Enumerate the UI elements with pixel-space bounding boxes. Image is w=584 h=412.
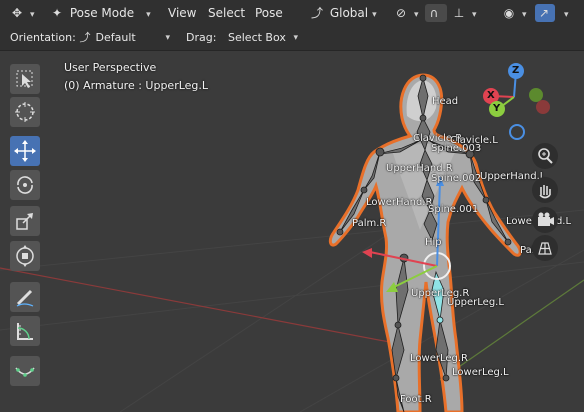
snap-element-icon: ⊥ <box>453 6 465 20</box>
bone-label-lowerleg-l: LowerLeg.L <box>452 367 509 378</box>
rotate-tool[interactable] <box>10 170 40 200</box>
move-tool[interactable] <box>10 136 40 166</box>
drag-value: Select Box <box>228 31 286 44</box>
hand-icon <box>539 185 551 199</box>
view-name: User Perspective <box>64 61 157 74</box>
pivot-icon: ⊘ <box>395 6 407 20</box>
relax-icon <box>15 367 35 377</box>
pose-mode-icon: ✦ <box>51 6 63 20</box>
mode-label: Pose Mode <box>69 6 135 20</box>
gizmo-z-label: Z <box>512 65 520 76</box>
transform-tool[interactable] <box>10 241 40 271</box>
gizmo-x-label: X <box>487 90 495 101</box>
3d-viewport[interactable]: User Perspective (0) Armature : UpperLeg… <box>0 51 584 412</box>
editor-type-button[interactable]: ✥ ▾ <box>8 4 35 22</box>
visibility-dropdown[interactable]: ◉ ▾ <box>500 4 527 22</box>
bone-label-spine-001: Spine.001 <box>428 204 479 215</box>
ruler-icon <box>17 323 33 340</box>
perspective-toggle-button[interactable] <box>532 235 558 261</box>
bone-label-lowerleg-r: LowerLeg.R <box>410 353 468 364</box>
tool-settings-header: Orientation: ⤴ Default ▾ Drag: Select Bo… <box>0 26 584 51</box>
gizmo-icon: ↗ <box>538 6 550 20</box>
orientation-icon: ⤴ <box>310 6 323 20</box>
cursor-tool[interactable] <box>10 97 40 127</box>
bone-label-head: Head <box>432 96 459 107</box>
pencil-icon <box>16 289 34 307</box>
menu-view[interactable]: View <box>164 4 200 22</box>
select-box-icon <box>16 70 33 88</box>
move-icon <box>14 140 36 162</box>
relax-tool[interactable] <box>10 356 40 386</box>
bone-label-upperleg-l: UpperLeg.L <box>447 297 504 308</box>
bone-label-lowerhand-r: LowerHand.R <box>366 197 433 208</box>
x-axis-line <box>0 267 401 345</box>
transform-icon <box>16 245 34 267</box>
bone-label-spine-003: Spine.003 <box>431 143 482 154</box>
bone-label-palm-r: Palm.R <box>352 218 387 229</box>
camera-icon <box>538 212 554 226</box>
pivot-point-dropdown[interactable]: ⊘ ▾ <box>392 4 419 22</box>
grid-icon <box>538 242 552 255</box>
gizmo-toggle[interactable]: ↗ <box>535 4 555 22</box>
select-box-tool[interactable] <box>10 64 40 94</box>
bone-label-spine-002: Spine.002 <box>431 173 482 184</box>
magnet-icon: ∩ <box>429 6 439 20</box>
rotate-icon <box>17 176 33 194</box>
camera-view-button[interactable] <box>532 207 558 233</box>
drag-label: Drag: <box>186 31 217 44</box>
mode-dropdown[interactable]: ✦ Pose Mode ▾ <box>48 4 151 22</box>
snap-element-dropdown[interactable]: ⊥ ▾ <box>450 4 477 22</box>
gizmo-dropdown[interactable]: ▾ <box>560 4 569 22</box>
editor-type-icon: ✥ <box>11 6 23 20</box>
scale-tool[interactable] <box>10 206 40 236</box>
orientation-icon: ⤴ <box>79 31 91 44</box>
zoom-icon <box>538 148 553 164</box>
snap-toggle[interactable]: ∩ <box>425 4 447 22</box>
zoom-button[interactable] <box>532 143 558 169</box>
cursor-icon <box>15 102 35 122</box>
orientation-dropdown[interactable]: ⤴ Default ▾ <box>78 29 172 47</box>
viewport-header: ✥ ▾ ✦ Pose Mode ▾ View Select Pose ⤴ Globa… <box>0 0 584 26</box>
orientation-label: Orientation: <box>10 31 76 44</box>
bone-label-hip: Hip <box>425 237 442 248</box>
eye-icon: ◉ <box>503 6 515 20</box>
transform-orientation-dropdown[interactable]: ⤴ Global ▾ <box>308 4 377 22</box>
orientation-value: Default <box>95 31 136 44</box>
measure-tool[interactable] <box>10 316 40 346</box>
bone-label-foot-r: Foot.R <box>400 394 432 405</box>
menu-select[interactable]: Select <box>204 4 249 22</box>
transform-orientation-label: Global <box>329 6 369 20</box>
annotate-tool[interactable] <box>10 282 40 312</box>
object-info: (0) Armature : UpperLeg.L <box>64 79 209 92</box>
scale-icon <box>16 213 33 230</box>
menu-pose[interactable]: Pose <box>251 4 287 22</box>
gizmo-y-label: Y <box>493 103 501 114</box>
pan-button[interactable] <box>532 177 558 203</box>
drag-dropdown[interactable]: Select Box ▾ <box>228 29 298 47</box>
